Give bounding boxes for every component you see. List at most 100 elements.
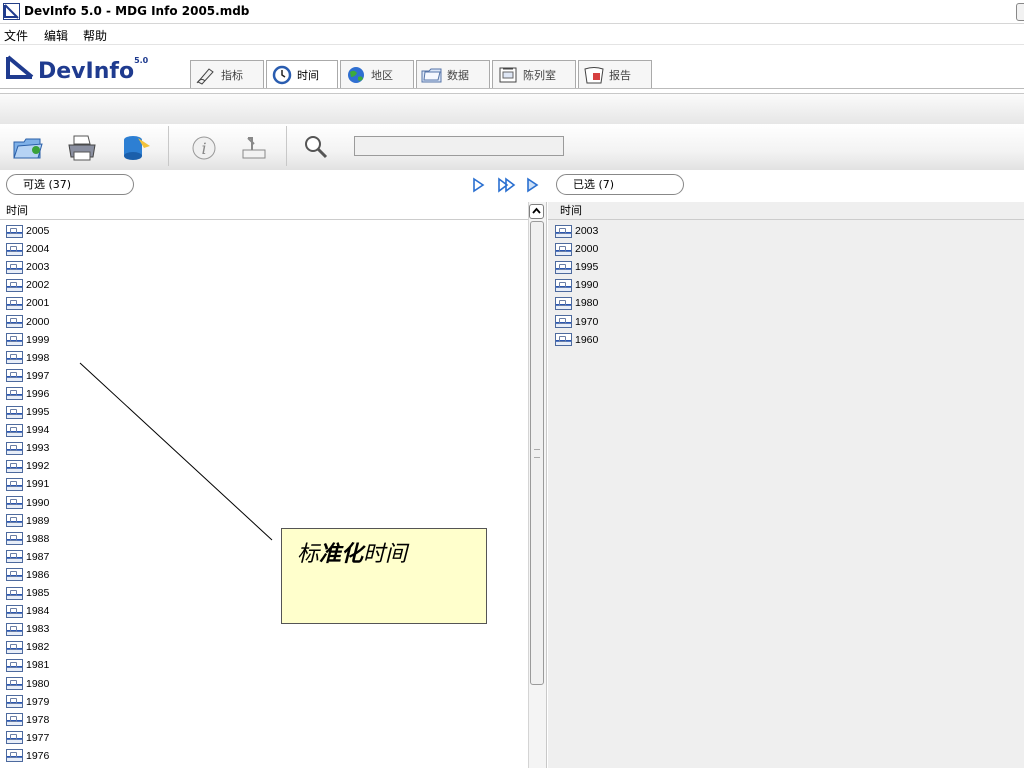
move-right-icon[interactable] [470, 176, 486, 194]
available-list-item[interactable]: 1992 [6, 458, 516, 474]
toolbar-separator [286, 126, 287, 166]
selected-list-item[interactable]: 2000 [555, 241, 855, 257]
time-period-icon [6, 695, 23, 709]
available-header[interactable]: 可选 (37) [6, 174, 134, 195]
tab-time[interactable]: 时间 [266, 60, 338, 88]
menu-edit[interactable]: 编辑 [44, 27, 68, 44]
time-period-icon [6, 713, 23, 727]
print-icon[interactable] [66, 132, 98, 164]
available-list-item[interactable]: 1977 [6, 730, 516, 746]
selected-list-item[interactable]: 1960 [555, 332, 855, 348]
time-period-label: 1994 [26, 424, 50, 437]
logo-version: 5.0 [134, 56, 149, 65]
menu-bar: 文件 编辑 帮助 [0, 24, 1024, 45]
available-list-item[interactable]: 2002 [6, 277, 516, 293]
time-period-label: 1960 [575, 333, 599, 346]
available-list-item[interactable]: 1982 [6, 639, 516, 655]
available-list-item[interactable]: 1989 [6, 513, 516, 529]
available-list-item[interactable]: 2000 [6, 314, 516, 330]
time-period-label: 1989 [26, 514, 50, 527]
available-list-item[interactable]: 1997 [6, 368, 516, 384]
time-period-label: 2003 [26, 261, 50, 274]
time-period-label: 1990 [26, 496, 50, 509]
tab-gallery[interactable]: 陈列室 [492, 60, 576, 88]
tab-indicator[interactable]: 指标 [190, 60, 264, 88]
time-period-icon [6, 749, 23, 763]
export-database-icon[interactable] [120, 132, 152, 164]
available-list-item[interactable]: 1996 [6, 386, 516, 402]
time-period-icon [6, 640, 23, 654]
time-period-label: 1976 [26, 749, 50, 762]
tab-area[interactable]: 地区 [340, 60, 414, 88]
time-period-label: 1996 [26, 387, 50, 400]
time-period-icon [6, 677, 23, 690]
available-column-header[interactable]: 时间 [0, 202, 528, 220]
time-period-icon [6, 405, 23, 419]
time-period-icon [6, 333, 23, 347]
time-period-icon [6, 459, 23, 473]
time-period-icon [6, 260, 23, 274]
available-list-item[interactable]: 1979 [6, 694, 516, 710]
time-period-icon [555, 315, 572, 328]
window-control-button[interactable] [1016, 3, 1024, 21]
available-list-item[interactable]: 1976 [6, 748, 516, 764]
selected-list-item[interactable]: 1995 [555, 259, 855, 275]
available-list-item[interactable]: 1978 [6, 712, 516, 728]
time-period-icon [555, 333, 572, 347]
available-list-item[interactable]: 2004 [6, 241, 516, 257]
report-icon [584, 66, 604, 83]
search-input[interactable] [354, 136, 564, 156]
time-period-label: 2004 [26, 243, 50, 256]
time-period-label: 1980 [26, 677, 50, 690]
selected-column-header[interactable]: 时间 [548, 202, 1024, 220]
time-period-icon [6, 224, 23, 238]
selected-header[interactable]: 已选 (7) [556, 174, 684, 195]
info-icon[interactable]: i [188, 132, 220, 164]
time-period-icon [6, 532, 23, 546]
time-period-label: 1992 [26, 460, 50, 473]
available-list-item[interactable]: 1998 [6, 350, 516, 366]
available-list-item[interactable]: 2005 [6, 223, 516, 239]
callout-prefix: 标 [297, 542, 320, 567]
tab-data[interactable]: 数据 [416, 60, 490, 88]
time-period-icon [6, 514, 23, 528]
selected-list-item[interactable]: 2003 [555, 223, 855, 239]
info-bar [0, 93, 1024, 125]
time-period-icon [6, 387, 23, 401]
scroll-up-button[interactable] [529, 204, 544, 219]
selected-list-item[interactable]: 1990 [555, 277, 855, 293]
clock-icon [272, 65, 292, 84]
menu-file[interactable]: 文件 [4, 27, 28, 44]
move-all-right-icon[interactable] [497, 176, 517, 194]
tab-label: 报告 [609, 68, 631, 82]
available-list-item[interactable]: 1995 [6, 404, 516, 420]
available-list-item[interactable]: 1990 [6, 495, 516, 511]
selected-list-item[interactable]: 1970 [555, 314, 855, 330]
tab-label: 地区 [371, 68, 393, 82]
gallery-icon [499, 67, 517, 82]
pen-icon [196, 67, 214, 85]
available-list-item[interactable]: 1994 [6, 422, 516, 438]
move-right-alt-icon[interactable] [524, 176, 540, 194]
time-period-label: 1991 [26, 478, 50, 491]
time-period-icon [6, 550, 23, 564]
available-list-item[interactable]: 1999 [6, 332, 516, 348]
available-list-item[interactable]: 2001 [6, 295, 516, 311]
time-period-label: 2005 [26, 225, 50, 237]
available-list-item[interactable]: 2003 [6, 259, 516, 275]
tab-report[interactable]: 报告 [578, 60, 652, 88]
search-icon[interactable] [300, 132, 332, 164]
time-period-icon [555, 260, 572, 274]
menu-help[interactable]: 帮助 [83, 27, 107, 44]
time-period-icon [6, 622, 23, 636]
upload-icon[interactable] [238, 132, 270, 164]
available-list-item[interactable]: 1981 [6, 657, 516, 673]
selected-list-item[interactable]: 1980 [555, 295, 855, 311]
available-list-item[interactable]: 1993 [6, 440, 516, 456]
available-list-item[interactable]: 1991 [6, 476, 516, 492]
chevron-up-icon [532, 207, 541, 214]
open-folder-icon[interactable] [12, 132, 44, 164]
available-list-item[interactable]: 1980 [6, 676, 516, 692]
time-period-label: 1993 [26, 442, 50, 455]
time-period-label: 1982 [26, 641, 50, 654]
